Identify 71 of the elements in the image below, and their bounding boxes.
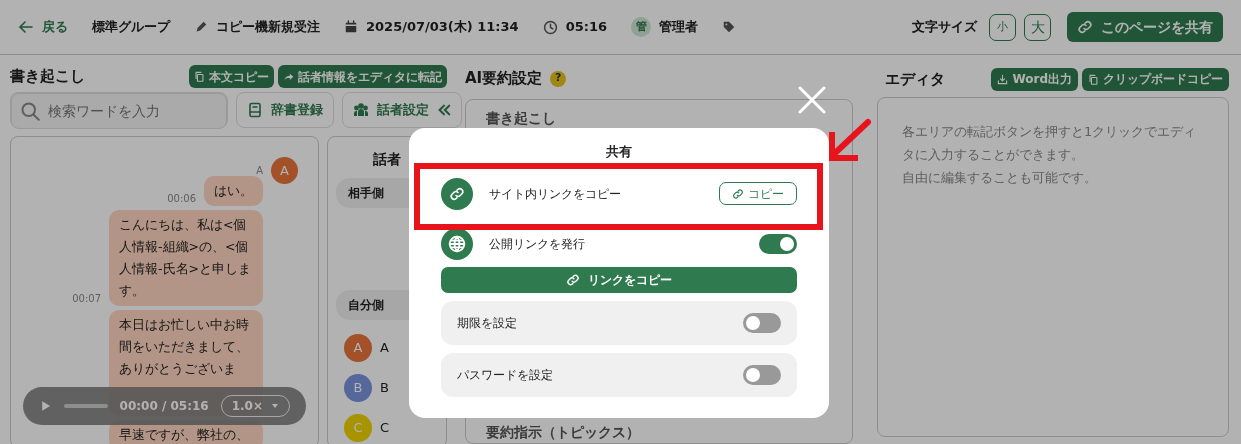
seek-bar[interactable] [63, 404, 108, 408]
dialog-title: 共有 [605, 143, 633, 161]
option-label: 公開リンクを発行 [489, 235, 585, 253]
speaker-avatar: B [344, 374, 372, 402]
clock-icon [542, 19, 558, 35]
timestamp: 00:07 [72, 292, 101, 306]
link-icon [732, 187, 744, 200]
copy-link-button[interactable]: リンクをコピー [441, 266, 797, 293]
speaker-avatar: C [344, 414, 372, 442]
option-label: 期限を設定 [457, 314, 517, 332]
share-page-button[interactable]: このページを共有 [1067, 12, 1223, 42]
word-export-button[interactable]: Word出力 [991, 67, 1078, 91]
duration: 05:16 [565, 18, 608, 37]
editor-text: 各エリアの転記ボタンを押すと1クリックでエディタに入力することができます。 [902, 123, 1198, 164]
date-time: 2025/07/03(木) 11:34 [366, 18, 519, 37]
copy-button[interactable]: コピー [719, 182, 797, 205]
panel-title: 話者 [372, 150, 402, 169]
close-icon[interactable] [798, 86, 826, 114]
speaker-avatar: A [271, 157, 298, 184]
playback-time: 00:00 / 05:16 [119, 398, 209, 415]
speaker-avatar: A [344, 334, 372, 362]
back-arrow-icon [18, 19, 34, 35]
user-avatar: 管 [631, 17, 652, 37]
timestamp: 00:06 [167, 192, 196, 206]
caret-icon [271, 402, 279, 410]
option-label: サイト内リンクをコピー [489, 185, 621, 203]
calendar-icon [344, 20, 358, 34]
link-icon [441, 177, 473, 210]
section-title: AI要約設定 [465, 68, 543, 90]
section-heading: 要約指示（トピックス） [486, 423, 641, 442]
search-field[interactable]: 検索ワードを入力 [11, 93, 227, 129]
clipboard-copy-button[interactable]: クリップボードコピー [1082, 67, 1229, 91]
speaker-name: C [380, 419, 390, 438]
user-name: 管理者 [659, 18, 699, 37]
back-link[interactable]: 戻る [18, 17, 68, 37]
option-label: パスワードを設定 [457, 366, 553, 384]
collapse-icon [437, 103, 451, 117]
group-name: 標準グループ [92, 18, 170, 37]
people-icon [353, 102, 369, 118]
message-bubble: はい。 [204, 176, 263, 206]
toggle-switch[interactable] [743, 312, 781, 333]
font-size-button[interactable]: 小 [989, 13, 1016, 41]
toggle-switch[interactable] [743, 364, 781, 385]
copy-button[interactable]: 本文コピー [189, 65, 274, 88]
meeting-title[interactable]: コピー機新規受注 [216, 17, 320, 37]
message-bubble: こんにちは、私は<個人情報-組織>の、<個人情報-氏名>と申します。 [109, 210, 263, 306]
transfer-button[interactable]: 話者情報をエディタに転記 [278, 65, 447, 88]
copy-icon [194, 71, 205, 82]
font-size-button[interactable]: 大 [1024, 13, 1051, 41]
download-icon [997, 73, 1009, 85]
tag-icon [722, 20, 737, 34]
font-size-label: 文字サイズ [912, 18, 977, 37]
section-title: エディタ [884, 68, 945, 90]
speaker-name: B [380, 379, 389, 398]
editor-text: 自由に編集することも可能です。 [902, 169, 1098, 187]
section-heading: 書き起こし [486, 109, 557, 129]
help-badge[interactable]: ? [550, 70, 567, 87]
search-icon [20, 101, 40, 121]
arrow-icon [283, 71, 294, 82]
link-icon [1077, 19, 1093, 35]
speaker-label: A [256, 164, 263, 178]
audio-player[interactable]: 00:00 / 05:16 1.0× [23, 387, 306, 425]
dictionary-button[interactable]: 辞書登録 [236, 92, 334, 128]
toggle-switch[interactable] [759, 233, 797, 254]
section-title: 書き起こし [10, 66, 85, 88]
book-icon [247, 102, 263, 118]
speaker-name: A [380, 339, 389, 358]
copy-icon [1088, 73, 1099, 85]
speaker-settings-button[interactable]: 話者設定 [342, 92, 462, 128]
pencil-icon [194, 20, 208, 34]
link-icon [566, 272, 580, 287]
